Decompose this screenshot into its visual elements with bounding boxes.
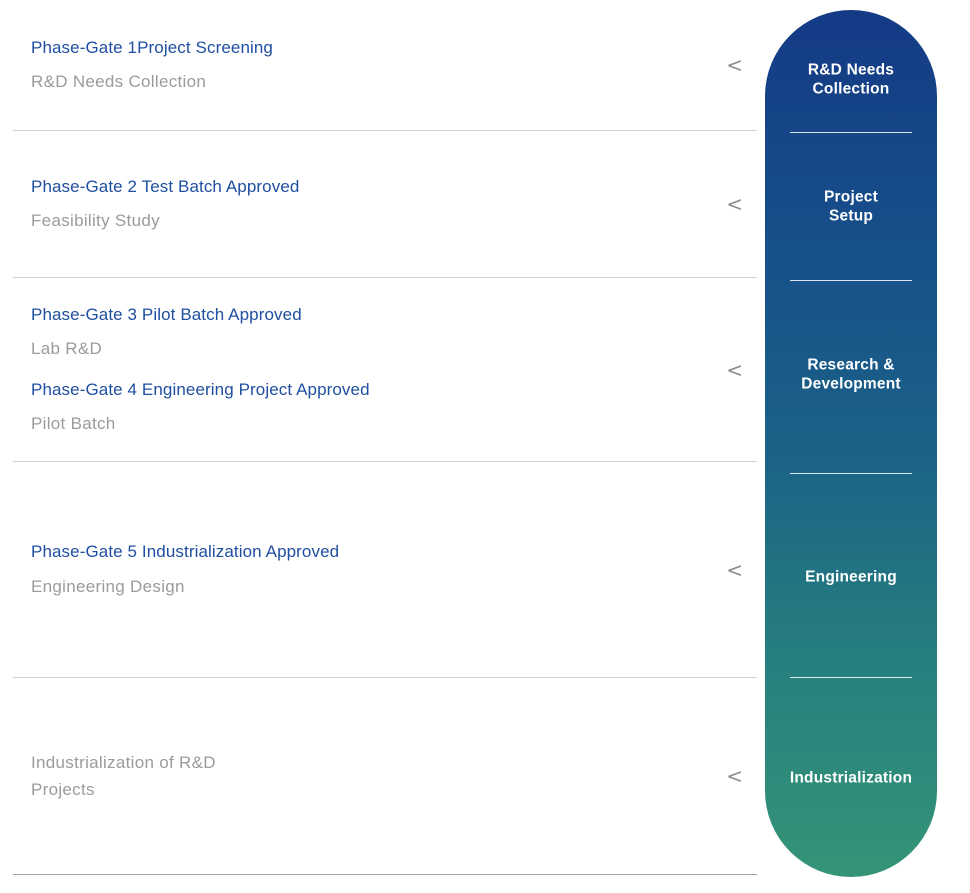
phase-row-engineering-design: Phase-Gate 5 Industrialization Approved … [13,462,757,678]
phase-gate-title: Phase-Gate 4 Engineering Project Approve… [31,379,697,401]
phase-gate-title: Phase-Gate 5 Industrialization Approved [31,541,697,563]
stage-separator [790,677,912,678]
phase-entry: Phase-Gate 4 Engineering Project Approve… [31,379,697,435]
stage-industrialization: Industrialization [771,768,931,787]
stage-engineering: Engineering [771,567,931,586]
phase-subtitle: Lab R&D [31,338,697,360]
stage-separator [790,473,912,474]
phase-subtitle: Engineering Design [31,576,697,598]
phase-entry: Phase-Gate 2 Test Batch Approved Feasibi… [31,176,697,232]
phase-entry: Phase-Gate 5 Industrialization Approved … [31,541,697,597]
collapse-chevron-icon[interactable]: < [726,358,743,382]
phase-row-lab-rd-pilot: Phase-Gate 3 Pilot Batch Approved Lab R&… [13,278,757,462]
phase-subtitle: R&D Needs Collection [31,71,697,93]
collapse-chevron-icon[interactable]: < [726,192,743,216]
phase-subtitle: Pilot Batch [31,413,697,435]
phase-gate-overview: Phase-Gate 1Project Screening R&D Needs … [0,0,970,893]
phase-entry: Industrialization of R&D Projects [31,749,697,803]
collapse-chevron-icon[interactable]: < [726,53,743,77]
stage-capsule: R&D Needs Collection Project Setup Resea… [765,10,937,877]
phase-entry: Phase-Gate 1Project Screening R&D Needs … [31,37,697,93]
phase-row-project-screening: Phase-Gate 1Project Screening R&D Needs … [13,0,757,131]
phase-gate-title: Phase-Gate 1Project Screening [31,37,697,59]
phase-subtitle: Industrialization of R&D Projects [31,749,697,803]
phase-row-industrialization: Industrialization of R&D Projects < [13,678,757,875]
phase-gate-title: Phase-Gate 2 Test Batch Approved [31,176,697,198]
phase-subtitle: Feasibility Study [31,210,697,232]
stage-rd-needs-collection: R&D Needs Collection [771,61,931,100]
stage-separator [790,280,912,281]
phase-gate-title: Phase-Gate 3 Pilot Batch Approved [31,304,697,326]
phase-row-feasibility: Phase-Gate 2 Test Batch Approved Feasibi… [13,131,757,278]
phase-list: Phase-Gate 1Project Screening R&D Needs … [13,0,757,875]
phase-entry: Phase-Gate 3 Pilot Batch Approved Lab R&… [31,304,697,360]
stage-separator [790,132,912,133]
collapse-chevron-icon[interactable]: < [726,558,743,582]
stage-project-setup: Project Setup [771,188,931,227]
stage-research-development: Research & Development [771,356,931,395]
collapse-chevron-icon[interactable]: < [726,764,743,788]
